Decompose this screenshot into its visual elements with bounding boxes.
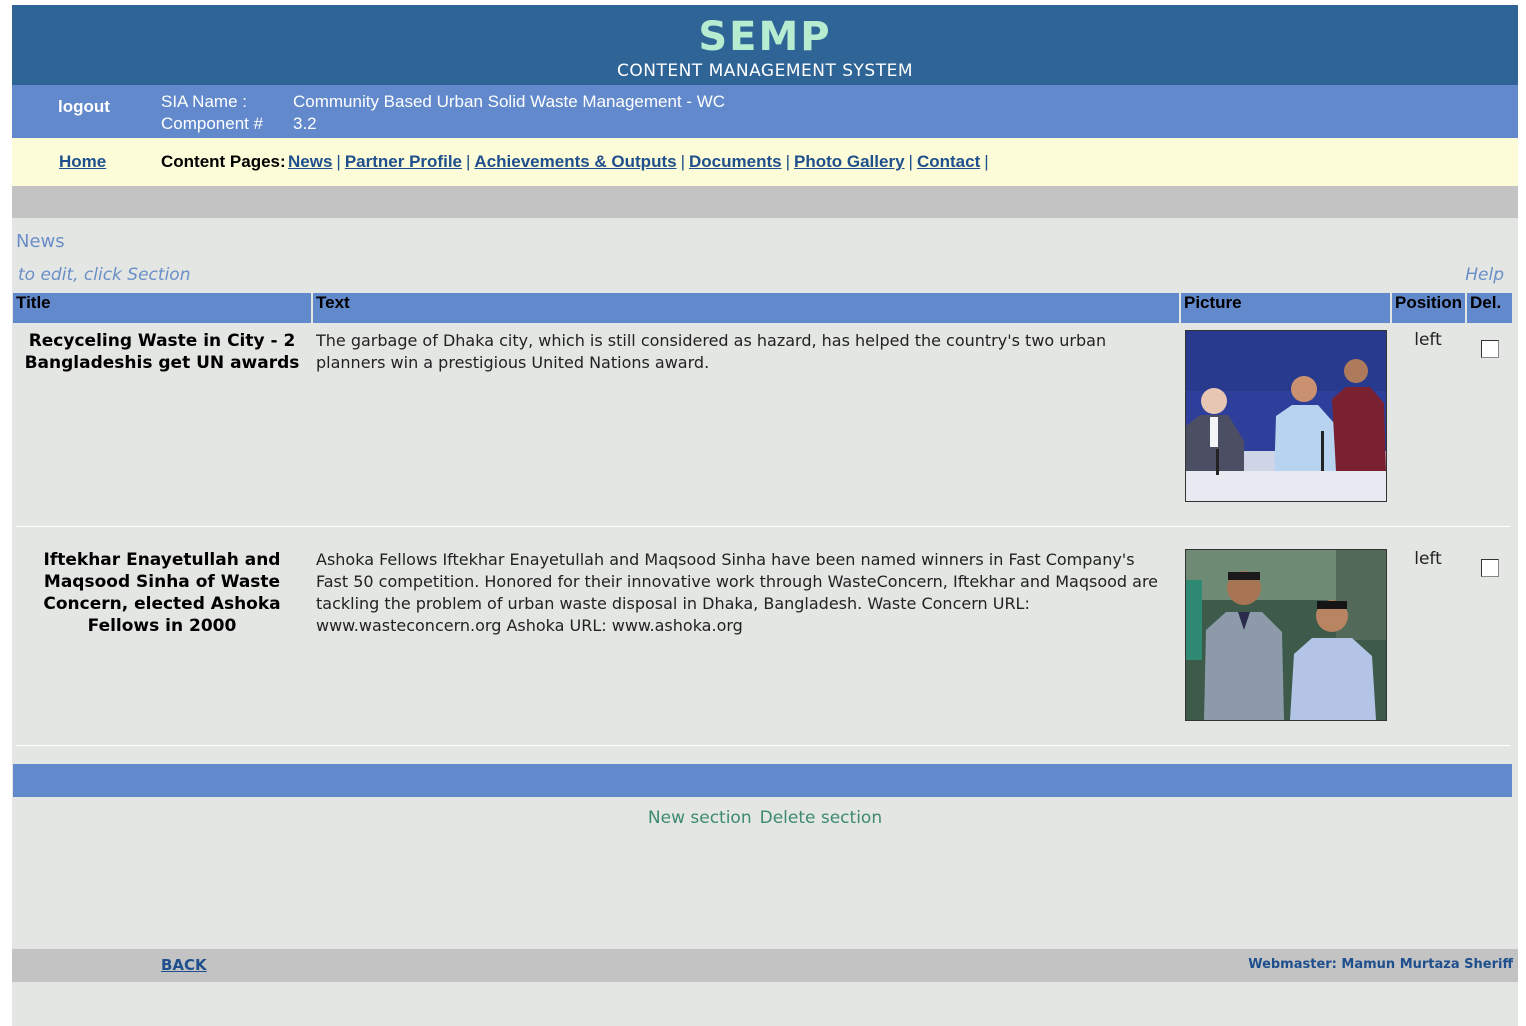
row-text: The garbage of Dhaka city, which is stil… — [316, 331, 1107, 372]
content-pages-label: Content Pages: — [161, 152, 286, 171]
column-position: Position — [1390, 293, 1462, 323]
row-title[interactable]: Iftekhar Enayetullah and Maqsood Sinha o… — [13, 549, 311, 637]
component-value: 3.2 — [293, 114, 317, 133]
info-bar: logout SIA Name : Community Based Urban … — [12, 85, 1518, 138]
nav-separator: | — [984, 152, 989, 171]
component-label: Component # — [161, 114, 264, 133]
row-picture — [1185, 330, 1387, 502]
content-page-links: News | Partner Profile | Achievements & Outp… — [288, 152, 993, 172]
row-position: left — [1414, 549, 1442, 569]
spacer-bar — [12, 186, 1518, 218]
content-nav: Home Content Pages: News | Partner Profile… — [12, 138, 1518, 186]
nav-link-contact[interactable]: Contact — [917, 152, 980, 171]
nav-separator: | — [680, 152, 685, 171]
logout-link[interactable]: logout — [58, 97, 110, 117]
row-divider — [16, 526, 1510, 527]
table-header: Title Text Picture Position Del. — [13, 293, 1512, 323]
new-section-link[interactable]: New section — [648, 808, 752, 828]
nav-separator: | — [466, 152, 471, 171]
delete-section-link[interactable]: Delete section — [760, 808, 883, 828]
home-link[interactable]: Home — [59, 152, 106, 172]
nav-link-documents[interactable]: Documents — [689, 152, 782, 171]
help-link[interactable]: Help — [1465, 265, 1504, 285]
nav-separator: | — [908, 152, 913, 171]
nav-link-partner-profile[interactable]: Partner Profile — [345, 152, 462, 171]
column-text: Text — [311, 293, 350, 323]
sia-name-value: Community Based Urban Solid Waste Manage… — [293, 92, 726, 111]
column-title: Title — [16, 293, 51, 312]
row-text: Ashoka Fellows Iftekhar Enayetullah and … — [316, 550, 1159, 635]
row-title[interactable]: Recyceling Waste in City - 2 Bangladeshi… — [13, 330, 311, 374]
nav-link-photo-gallery[interactable]: Photo Gallery — [794, 152, 905, 171]
table-footer-bar — [13, 764, 1512, 797]
site-title: SEMP — [698, 14, 832, 60]
site-subtitle: CONTENT MANAGEMENT SYSTEM — [616, 61, 914, 81]
nav-separator: | — [785, 152, 790, 171]
header: SEMP CONTENT MANAGEMENT SYSTEM — [12, 5, 1518, 85]
webmaster-credit: Webmaster: Mamun Murtaza Sheriff — [1248, 957, 1513, 972]
row-position: left — [1414, 330, 1442, 350]
back-link[interactable]: BACK — [161, 956, 207, 974]
section-actions: New section Delete section — [12, 808, 1518, 828]
row-divider — [16, 745, 1510, 746]
delete-checkbox[interactable] — [1481, 340, 1499, 358]
row-picture — [1185, 549, 1387, 721]
column-picture: Picture — [1179, 293, 1242, 323]
sia-name-label: SIA Name : — [161, 92, 247, 111]
delete-checkbox[interactable] — [1481, 559, 1499, 577]
column-delete: Del. — [1465, 293, 1501, 323]
page: SEMP CONTENT MANAGEMENT SYSTEM logout SI… — [12, 5, 1518, 1026]
footer-bar: BACK Webmaster: Mamun Murtaza Sheriff — [12, 949, 1518, 982]
nav-link-news[interactable]: News — [288, 152, 332, 171]
section-title: News — [16, 231, 65, 252]
nav-separator: | — [336, 152, 341, 171]
nav-link-achievements[interactable]: Achievements & Outputs — [474, 152, 676, 171]
edit-hint: to edit, click Section — [18, 265, 191, 285]
